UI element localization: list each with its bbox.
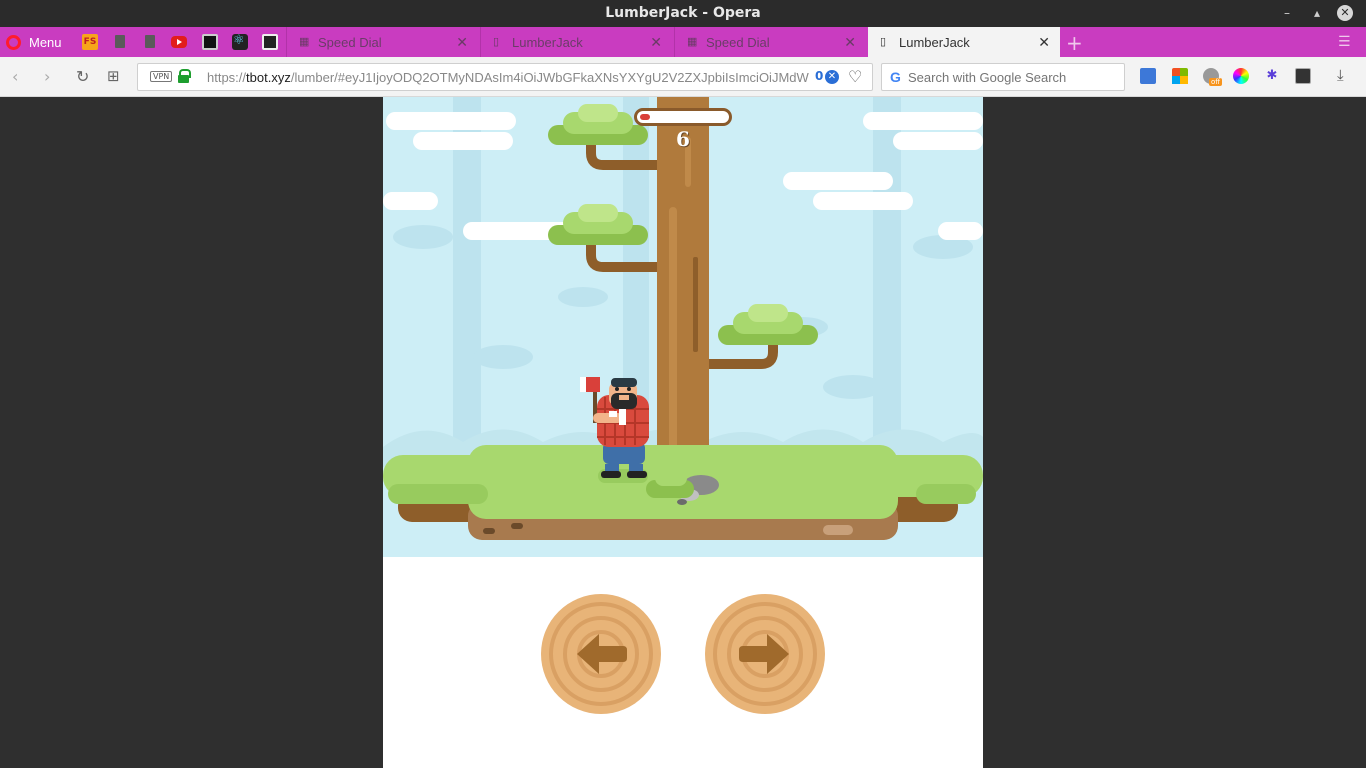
windows-extension-icon[interactable]	[1172, 68, 1188, 84]
search-input[interactable]	[908, 67, 1118, 87]
tab-lumberjack[interactable]: ▯ LumberJack ✕	[480, 27, 672, 57]
menu-label: Menu	[29, 34, 62, 50]
document-icon: ▯	[880, 36, 887, 48]
arm	[593, 413, 623, 423]
window-title: LumberJack - Opera	[605, 5, 761, 21]
pinned-tab-fs[interactable]: FS	[82, 34, 98, 50]
extension-off-badge: off	[1209, 78, 1223, 86]
forward-arrow-icon[interactable]: ›	[44, 67, 50, 86]
pinned-tab-document-icon[interactable]	[112, 34, 128, 50]
reload-icon[interactable]: ↻	[76, 67, 89, 86]
tab-label: LumberJack	[512, 34, 583, 50]
close-tab-icon[interactable]: ✕	[844, 34, 856, 51]
google-icon: G	[890, 69, 901, 85]
tree-trunk	[657, 97, 709, 477]
pinned-tab-react-icon[interactable]	[232, 33, 248, 50]
color-picker-extension-icon[interactable]	[1233, 68, 1249, 84]
url-text[interactable]: https://tbot.xyz/lumber/#eyJ1IjoyODQ2OTM…	[207, 70, 809, 85]
opera-logo-icon	[6, 34, 21, 50]
close-tab-icon[interactable]: ✕	[1038, 34, 1050, 51]
picture-extension-icon[interactable]	[1295, 68, 1311, 84]
search-field[interactable]: G	[881, 63, 1125, 91]
tab-menu-icon[interactable]: ☰	[1338, 34, 1351, 50]
adblock-count[interactable]: 0	[815, 69, 823, 83]
fs-icon: FS	[83, 37, 97, 47]
settings-extension-icon[interactable]: ✱	[1264, 68, 1280, 84]
close-tab-icon[interactable]: ✕	[650, 34, 662, 51]
game-scene[interactable]	[383, 97, 983, 557]
pinned-tab-trello-icon[interactable]	[262, 34, 278, 50]
tab-speed-dial[interactable]: ▦ Speed Dial ✕	[286, 27, 478, 57]
pinned-tab-document-icon[interactable]	[142, 34, 158, 50]
vpn-badge[interactable]: VPN	[150, 71, 173, 82]
opera-menu-button[interactable]: Menu	[6, 27, 62, 57]
chop-right-button[interactable]	[705, 594, 825, 714]
adblock-icon[interactable]: ✕	[825, 70, 839, 84]
back-arrow-icon[interactable]: ‹	[12, 67, 18, 86]
document-icon: ▯	[493, 36, 500, 48]
arrow-left-icon	[543, 596, 659, 712]
time-bar	[634, 108, 732, 126]
pinned-tab-photo-icon[interactable]	[202, 34, 218, 50]
tab-speed-dial[interactable]: ▦ Speed Dial ✕	[674, 27, 866, 57]
close-window-button[interactable]: ✕	[1337, 5, 1353, 21]
close-tab-icon[interactable]: ✕	[456, 34, 468, 51]
title-bar: LumberJack - Opera – ▴ ✕	[0, 0, 1366, 27]
url-prefix: https://	[207, 70, 247, 85]
speed-dial-grid-icon[interactable]: ⊞	[107, 67, 120, 85]
beanie	[611, 378, 637, 387]
url-host: tbot.xyz	[246, 70, 291, 85]
arrow-right-icon	[707, 596, 823, 712]
translate-extension-icon[interactable]	[1140, 68, 1156, 84]
maximize-button[interactable]: ▴	[1309, 5, 1325, 21]
url-path: /lumber/#eyJ1IjoyODQ2OTMyNDAsIm4iOiJWbGF…	[290, 70, 809, 85]
game-page: 6	[383, 97, 983, 768]
tab-lumberjack-active[interactable]: ▯ LumberJack ✕	[868, 27, 1060, 57]
trunk-highlight	[669, 207, 677, 467]
chop-left-button[interactable]	[541, 594, 661, 714]
lock-icon[interactable]	[178, 69, 191, 83]
speed-dial-icon: ▦	[299, 36, 310, 48]
time-bar-fill	[640, 114, 650, 120]
minimize-button[interactable]: –	[1279, 5, 1295, 21]
address-toolbar: ‹ › ↻ ⊞ VPN https://tbot.xyz/lumber/#eyJ…	[0, 57, 1366, 97]
tab-label: Speed Dial	[706, 34, 770, 50]
score-counter: 6	[676, 127, 690, 151]
pinned-tab-youtube-icon[interactable]	[171, 36, 187, 48]
tab-label: LumberJack	[899, 34, 970, 50]
trunk-shadow	[693, 257, 698, 352]
address-field[interactable]: VPN https://tbot.xyz/lumber/#eyJ1IjoyODQ…	[137, 63, 873, 91]
tab-label: Speed Dial	[318, 34, 382, 50]
new-tab-plus-icon[interactable]: +	[1066, 31, 1083, 55]
speed-dial-icon: ▦	[687, 36, 698, 48]
tab-bar: Menu FS ▦ Speed Dial ✕ ▯ LumberJack ✕ ▦ …	[0, 27, 1366, 57]
download-icon[interactable]: ⤓	[1337, 66, 1344, 84]
bookmark-heart-icon[interactable]: ♡	[848, 67, 862, 86]
